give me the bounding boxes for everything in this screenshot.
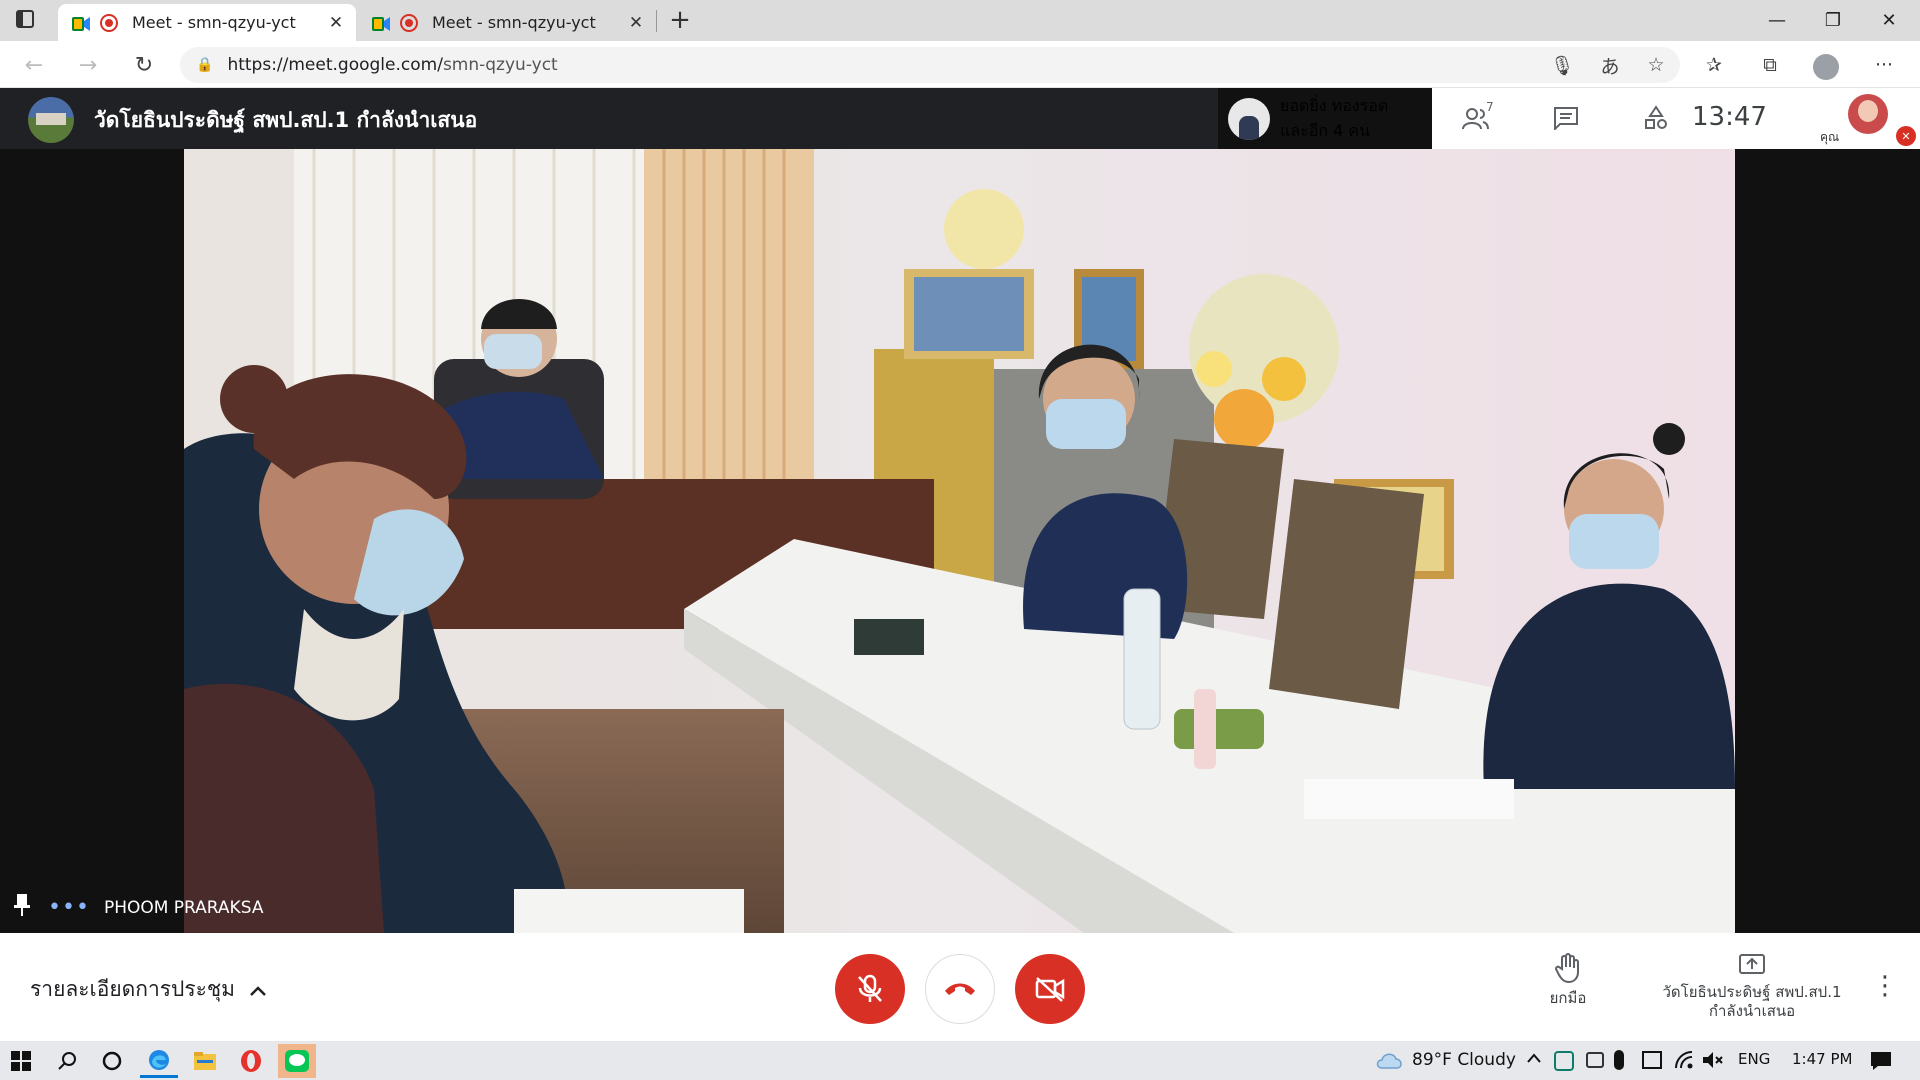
speaker-others: และอีก 4 คน (1280, 120, 1370, 140)
meet-now-icon[interactable] (1586, 1052, 1604, 1068)
language-indicator[interactable]: ENG (1738, 1050, 1770, 1068)
close-window-icon[interactable]: ✕ (1861, 0, 1917, 41)
participant-name-tag: ••• PHOOM PRARAKSA (14, 894, 263, 921)
present-screen-icon (1738, 953, 1766, 979)
speaker-avatar (1228, 97, 1270, 140)
hand-icon (1554, 953, 1582, 985)
tab-title: Meet - smn-qzyu-yct (132, 13, 296, 32)
participant-name: PHOOM PRARAKSA (103, 897, 264, 918)
more-options-icon[interactable]: ⋮ (1872, 971, 1898, 1001)
tray-chevron-icon[interactable] (1526, 1050, 1542, 1070)
tab-meet-1[interactable]: Meet - smn-qzyu-yct ✕ (58, 4, 356, 41)
weather-text[interactable]: 89°F Cloudy (1412, 1050, 1516, 1070)
close-tab-icon[interactable]: ✕ (326, 13, 346, 33)
tab-divider (656, 10, 657, 32)
mic-off-icon (858, 974, 882, 1002)
favorites-icon[interactable]: ✰ (1696, 47, 1732, 83)
taskbar-clock[interactable]: 1:47 PM (1792, 1050, 1852, 1068)
recording-icon (100, 13, 118, 32)
profile-icon[interactable] (1813, 54, 1839, 80)
weather-icon[interactable] (1376, 1050, 1404, 1070)
raise-hand-button[interactable]: ยกมือ (1538, 953, 1598, 1008)
more-icon[interactable]: ··· (1866, 47, 1902, 83)
presenting-label-line1: วัดโยธินประดิษฐ์ สพป.สป.1 (1662, 983, 1842, 1001)
video-stage: ••• PHOOM PRARAKSA (0, 149, 1920, 933)
pin-icon[interactable] (14, 894, 30, 921)
you-label: คุณ (1820, 130, 1840, 144)
add-favorite-icon[interactable]: ☆ (1638, 47, 1674, 83)
tab-meet-2[interactable]: Meet - smn-qzyu-yct ✕ (358, 4, 656, 41)
meet-header: วัดโยธินประดิษฐ์ สพป.สป.1 กำลังนำเสนอ ยอ… (0, 88, 1920, 149)
presenter-title: วัดโยธินประดิษฐ์ สพป.สป.1 กำลังนำเสนอ (94, 108, 478, 132)
file-explorer-icon[interactable] (186, 1044, 224, 1078)
close-tab-icon[interactable]: ✕ (626, 13, 646, 33)
meeting-details-label: รายละเอียดการประชุม (30, 977, 236, 1001)
self-muted-icon: ✕ (1896, 126, 1916, 146)
url-host: https://meet.google.com/ (227, 55, 443, 75)
presenting-label-line2: กำลังนำเสนอ (1708, 1002, 1796, 1020)
hang-up-icon (945, 983, 975, 995)
address-bar[interactable]: 🔒 https://meet.google.com/smn-qzyu-yct (180, 47, 1680, 83)
meeting-room-image (184, 149, 1735, 933)
back-icon[interactable]: ← (16, 47, 52, 83)
meet-control-bar: รายละเอียดการประชุม ยกมือ วัดโยธินประดิษ… (0, 933, 1920, 1041)
self-avatar[interactable] (1848, 94, 1888, 134)
url-text[interactable]: https://meet.google.com/smn-qzyu-yct (227, 55, 557, 75)
microphone-in-use-icon[interactable] (1614, 1050, 1624, 1070)
browser-tab-strip: Meet - smn-qzyu-yct ✕ Meet - smn-qzyu-yc… (0, 0, 1920, 41)
presenter-avatar (28, 97, 74, 143)
people-button[interactable]: 7 (1454, 98, 1498, 138)
restore-icon[interactable]: ❐ (1805, 0, 1861, 41)
browser-toolbar: ← → ↻ 🔒 https://meet.google.com/smn-qzyu… (0, 41, 1920, 88)
refresh-icon[interactable]: ↻ (126, 47, 162, 83)
activities-button[interactable] (1634, 98, 1678, 138)
presenting-button[interactable]: วัดโยธินประดิษฐ์ สพป.สป.1 กำลังนำเสนอ (1652, 953, 1852, 1021)
google-meet-icon (72, 16, 90, 31)
camera-off-icon (1035, 977, 1065, 1002)
chevron-up-icon (249, 978, 267, 1002)
google-meet-icon (372, 16, 390, 31)
lock-icon[interactable]: 🔒 (196, 57, 213, 73)
notifications-icon[interactable] (1870, 1051, 1892, 1075)
tab-actions-icon[interactable] (16, 10, 34, 28)
camera-off-button[interactable] (1015, 954, 1085, 1024)
url-path: smn-qzyu-yct (442, 55, 558, 75)
speaker-name: ยอดยิ่ง ทองรอด (1280, 95, 1389, 115)
tab-title: Meet - smn-qzyu-yct (432, 13, 596, 32)
presentation-video[interactable] (184, 149, 1735, 933)
wifi-icon[interactable] (1674, 1050, 1694, 1074)
participant-count: 7 (1486, 100, 1494, 114)
cortana-icon[interactable] (93, 1044, 131, 1078)
collections-icon[interactable]: ⧉ (1752, 47, 1788, 83)
chat-icon (1554, 107, 1578, 130)
screen-share-icon[interactable] (1642, 1051, 1662, 1069)
edge-icon[interactable] (140, 1044, 178, 1078)
tray-app-icon[interactable] (1554, 1051, 1574, 1071)
recording-icon (400, 13, 418, 32)
windows-taskbar: 89°F Cloudy ENG 1:47 PM (0, 1041, 1920, 1080)
active-speaker-card[interactable]: ยอดยิ่ง ทองรอด และอีก 4 คน (1218, 88, 1432, 149)
mic-icon[interactable]: 🎙 (1544, 47, 1580, 83)
audio-level-icon: ••• (48, 895, 90, 920)
raise-hand-label: ยกมือ (1549, 989, 1587, 1007)
search-icon[interactable] (48, 1044, 86, 1078)
mic-off-button[interactable] (835, 954, 905, 1024)
volume-muted-icon[interactable] (1702, 1051, 1724, 1073)
meeting-details-button[interactable]: รายละเอียดการประชุม (30, 973, 267, 1006)
new-tab-icon[interactable]: + (664, 4, 696, 36)
leave-call-button[interactable] (925, 954, 995, 1024)
meet-top-right-panel: 7 13:47 คุณ ✕ (1432, 88, 1920, 149)
line-app-icon[interactable] (278, 1044, 316, 1078)
activities-icon (1645, 105, 1667, 129)
chat-button[interactable] (1544, 98, 1588, 138)
start-icon[interactable] (2, 1044, 40, 1078)
minimize-icon[interactable]: — (1749, 0, 1805, 41)
read-aloud-icon[interactable]: あ (1592, 47, 1628, 83)
forward-icon[interactable]: → (70, 47, 106, 83)
meeting-clock: 13:47 (1692, 102, 1767, 132)
opera-icon[interactable] (232, 1044, 270, 1078)
